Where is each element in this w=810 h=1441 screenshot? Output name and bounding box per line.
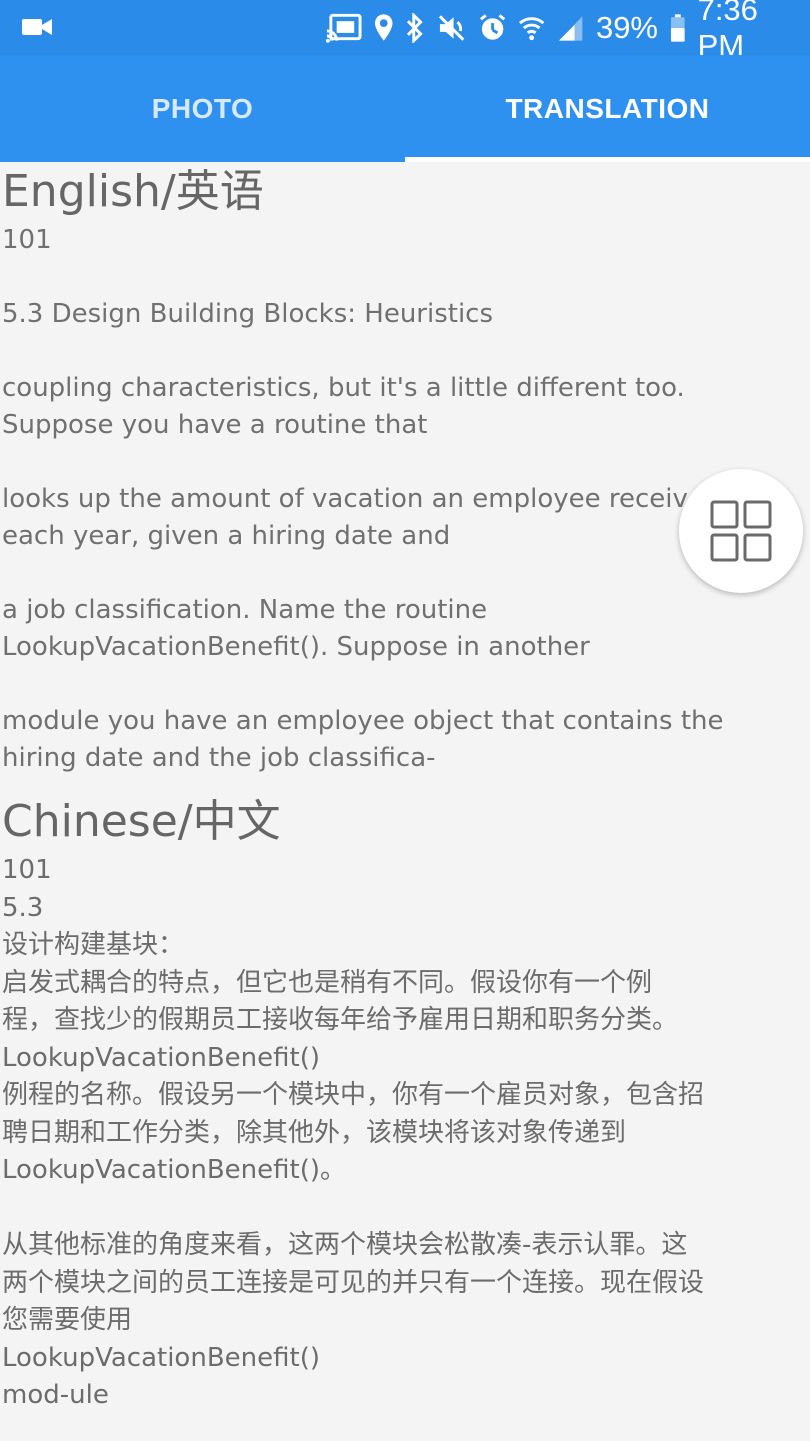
cast-icon xyxy=(325,13,362,43)
english-paragraph: 101 xyxy=(2,225,52,255)
signal-icon xyxy=(558,16,583,41)
status-icons: 39% 7:36 PM xyxy=(325,0,810,63)
tab-photo[interactable]: PHOTO xyxy=(0,55,405,162)
chinese-title: Chinese/中文 xyxy=(2,796,281,847)
location-pin-icon xyxy=(374,14,393,41)
status-bar: 39% 7:36 PM xyxy=(0,0,810,63)
grid-view-button[interactable] xyxy=(679,469,803,593)
english-paragraph: coupling characteristics, but it's a lit… xyxy=(2,373,685,440)
english-paragraph: 5.3 Design Building Blocks: Heuristics xyxy=(2,299,494,329)
video-camera-icon xyxy=(22,19,52,35)
english-section[interactable]: English/英语 101 5.3 Design Building Block… xyxy=(0,162,810,792)
tab-bar: PHOTO TRANSLATION xyxy=(0,55,810,162)
chinese-text: 101 5.3 设计构建基块： 启发式耦合的特点，但它也是稍有不同。假设你有一个… xyxy=(2,855,705,1410)
wifi-icon xyxy=(519,17,545,41)
translation-content[interactable]: English/英语 101 5.3 Design Building Block… xyxy=(0,162,810,1441)
bluetooth-icon xyxy=(407,13,424,43)
grid-icon xyxy=(710,500,772,562)
english-paragraph: a job classification. Name the routine L… xyxy=(2,595,590,662)
english-title: English/英语 xyxy=(2,166,264,217)
battery-percent: 39% xyxy=(595,10,658,45)
tab-translation[interactable]: TRANSLATION xyxy=(405,55,810,162)
alarm-icon xyxy=(480,14,506,40)
battery-icon xyxy=(670,14,685,42)
mute-icon xyxy=(438,15,465,41)
english-paragraph: module you have an employee object that … xyxy=(2,706,724,773)
